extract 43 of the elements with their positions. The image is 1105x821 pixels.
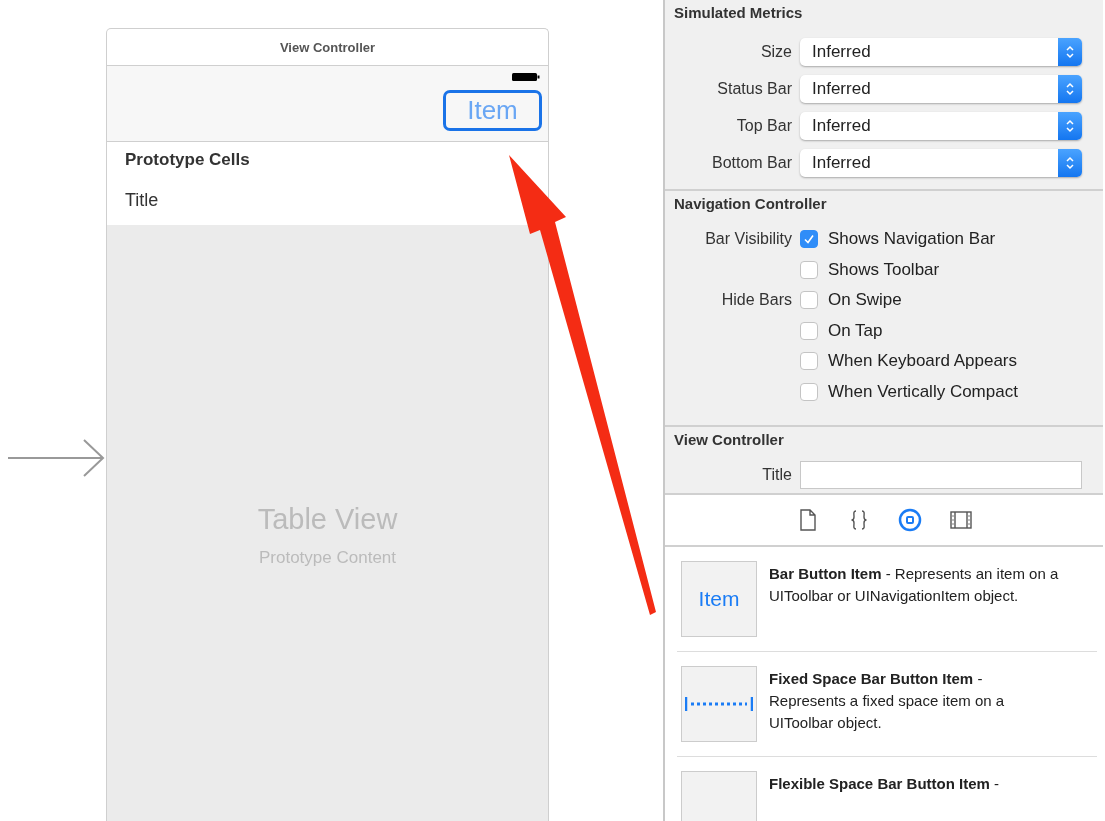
dropdown[interactable]: Inferred xyxy=(800,148,1082,177)
film-icon[interactable] xyxy=(948,508,973,532)
checkbox[interactable] xyxy=(800,321,818,340)
chevron-up-down-icon xyxy=(1058,37,1082,66)
library-item-thumbnail[interactable]: Item xyxy=(681,561,757,637)
section-title: View Controller xyxy=(673,431,785,448)
field-label: Bottom Bar xyxy=(710,153,793,172)
group-label: Bar Visibility xyxy=(705,230,792,248)
entry-arrow-icon xyxy=(8,438,106,478)
checkbox[interactable] xyxy=(800,382,818,401)
section-title: Navigation Controller xyxy=(673,195,828,212)
chevron-up-down-icon xyxy=(1058,111,1082,140)
library-item-description: Fixed Space Bar Button Item - Represents a fixed space item on a UIToolbar object. xyxy=(769,669,1006,733)
field-label: Status Bar xyxy=(716,79,793,98)
object-icon[interactable] xyxy=(897,508,922,532)
cell-title[interactable]: Title xyxy=(125,190,159,210)
checkbox-label: When Keyboard Appears xyxy=(828,351,1017,372)
field-label: Size xyxy=(759,42,793,61)
battery-icon xyxy=(512,72,540,82)
library-item-description: Flexible Space Bar Button Item - xyxy=(769,774,1000,794)
dropdown[interactable]: Inferred xyxy=(800,37,1082,66)
chevron-up-down-icon xyxy=(1058,74,1082,103)
group-label: Hide Bars xyxy=(721,291,792,309)
section-title: Simulated Metrics xyxy=(673,4,804,21)
section-header: Prototype Cells xyxy=(124,149,251,171)
checkbox-label: On Swipe xyxy=(828,290,902,311)
title-input-field[interactable] xyxy=(800,460,1082,489)
field-label: Title xyxy=(761,465,793,484)
checkbox[interactable] xyxy=(800,352,818,371)
dropdown[interactable]: Inferred xyxy=(800,111,1082,140)
field-label: Top Bar xyxy=(735,116,793,135)
checkbox-label: Shows Navigation Bar xyxy=(828,229,996,250)
checkbox-label: Shows Toolbar xyxy=(828,259,940,280)
dropdown[interactable]: Inferred xyxy=(800,74,1082,103)
checkmark-icon xyxy=(803,233,815,246)
library-item-description: Bar Button Item - Represents an item on a UIToolbar or UINavigationItem object. xyxy=(769,564,1060,606)
checkbox[interactable] xyxy=(800,230,818,249)
checkbox-label: On Tap xyxy=(828,320,883,341)
library-item-thumbnail[interactable] xyxy=(681,666,757,742)
checkbox[interactable] xyxy=(800,291,818,310)
checkbox-label: When Vertically Compact xyxy=(828,381,1018,402)
chevron-up-down-icon xyxy=(1058,148,1082,177)
checkbox[interactable] xyxy=(800,260,818,279)
